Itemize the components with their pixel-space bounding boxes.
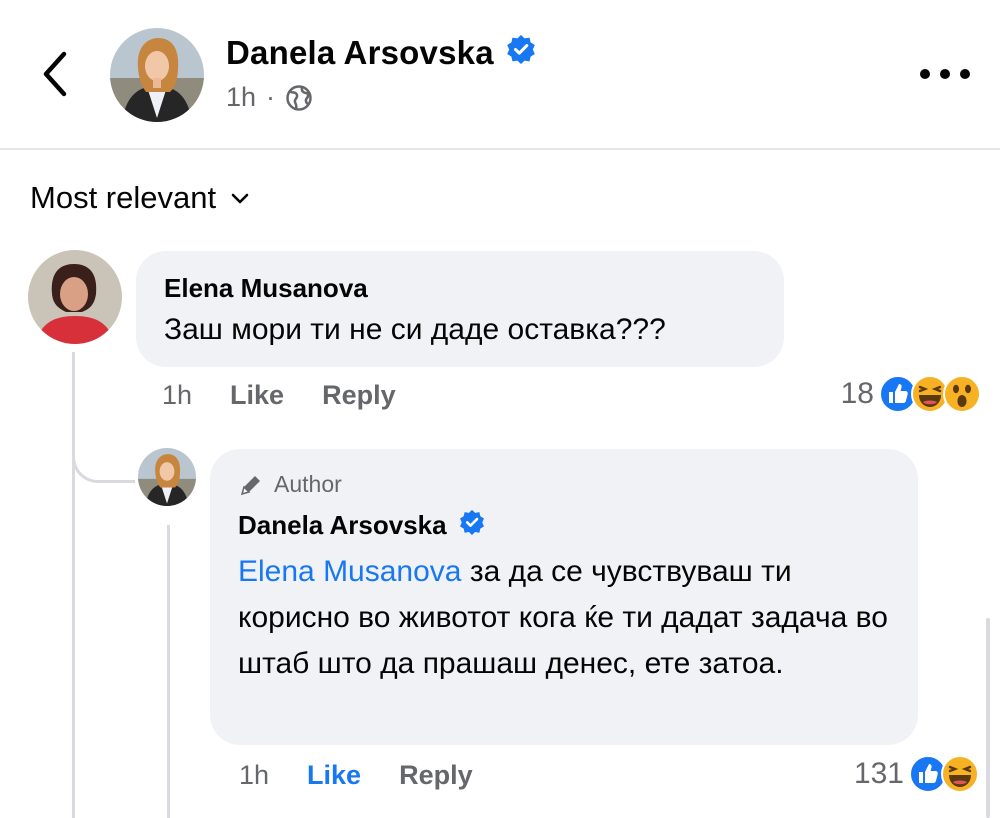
avatar[interactable] xyxy=(110,28,204,122)
chevron-down-icon xyxy=(231,193,249,204)
sort-label: Most relevant xyxy=(30,180,217,215)
reply-button[interactable]: Reply xyxy=(399,760,473,791)
author-badge: Author xyxy=(238,471,342,498)
verified-badge-icon xyxy=(506,34,536,72)
mention-link[interactable]: Elena Musanova xyxy=(238,555,461,588)
avatar[interactable] xyxy=(28,250,122,344)
globe-icon[interactable] xyxy=(285,84,313,112)
more-horizontal-icon xyxy=(920,69,930,79)
reply-button[interactable]: Reply xyxy=(322,380,396,411)
reaction-summary[interactable]: 131 xyxy=(854,754,980,794)
reaction-count: 18 xyxy=(840,377,874,410)
pencil-icon xyxy=(240,475,260,495)
like-button[interactable]: Like xyxy=(230,380,284,411)
thread-line xyxy=(167,525,170,818)
author-badge-label: Author xyxy=(274,471,342,497)
reaction-count: 131 xyxy=(853,757,904,790)
comment-bubble[interactable]: Elena Musanova Заш мори ти не си даде ос… xyxy=(136,251,784,367)
comment-actions: 1h Like Reply xyxy=(239,760,473,791)
post-header: Danela Arsovska 1h · xyxy=(0,0,1000,150)
comment-text: Заш мори ти не си даде оставка??? xyxy=(164,313,666,346)
reaction-summary[interactable]: 18 xyxy=(841,374,982,414)
meta-separator: · xyxy=(266,82,276,112)
verified-badge-icon xyxy=(459,509,485,542)
scrollbar[interactable] xyxy=(986,618,990,818)
chevron-left-icon xyxy=(43,51,67,97)
comment-author[interactable]: Elena Musanova xyxy=(164,273,368,304)
comment-author[interactable]: Danela Arsovska xyxy=(238,509,485,542)
like-button[interactable]: Like xyxy=(307,760,361,791)
comment-time[interactable]: 1h xyxy=(162,380,192,411)
comment-text: Elena Musanova за да се чувствуваш ти ко… xyxy=(238,549,898,687)
post-meta: 1h · xyxy=(226,82,313,113)
reply-bubble[interactable]: Author Danela Arsovska Elena Musanova за… xyxy=(210,449,918,745)
comment-actions: 1h Like Reply xyxy=(162,380,396,411)
comment-time[interactable]: 1h xyxy=(239,760,269,791)
back-button[interactable] xyxy=(30,44,80,104)
comment-sort-dropdown[interactable]: Most relevant xyxy=(30,180,250,216)
avatar[interactable] xyxy=(138,448,196,506)
more-options-button[interactable] xyxy=(920,62,970,86)
wow-reaction-icon xyxy=(943,375,981,413)
haha-reaction-icon xyxy=(941,755,979,793)
post-author-name[interactable]: Danela Arsovska xyxy=(226,34,536,72)
post-time[interactable]: 1h xyxy=(226,82,256,113)
thread-connector xyxy=(72,420,135,483)
